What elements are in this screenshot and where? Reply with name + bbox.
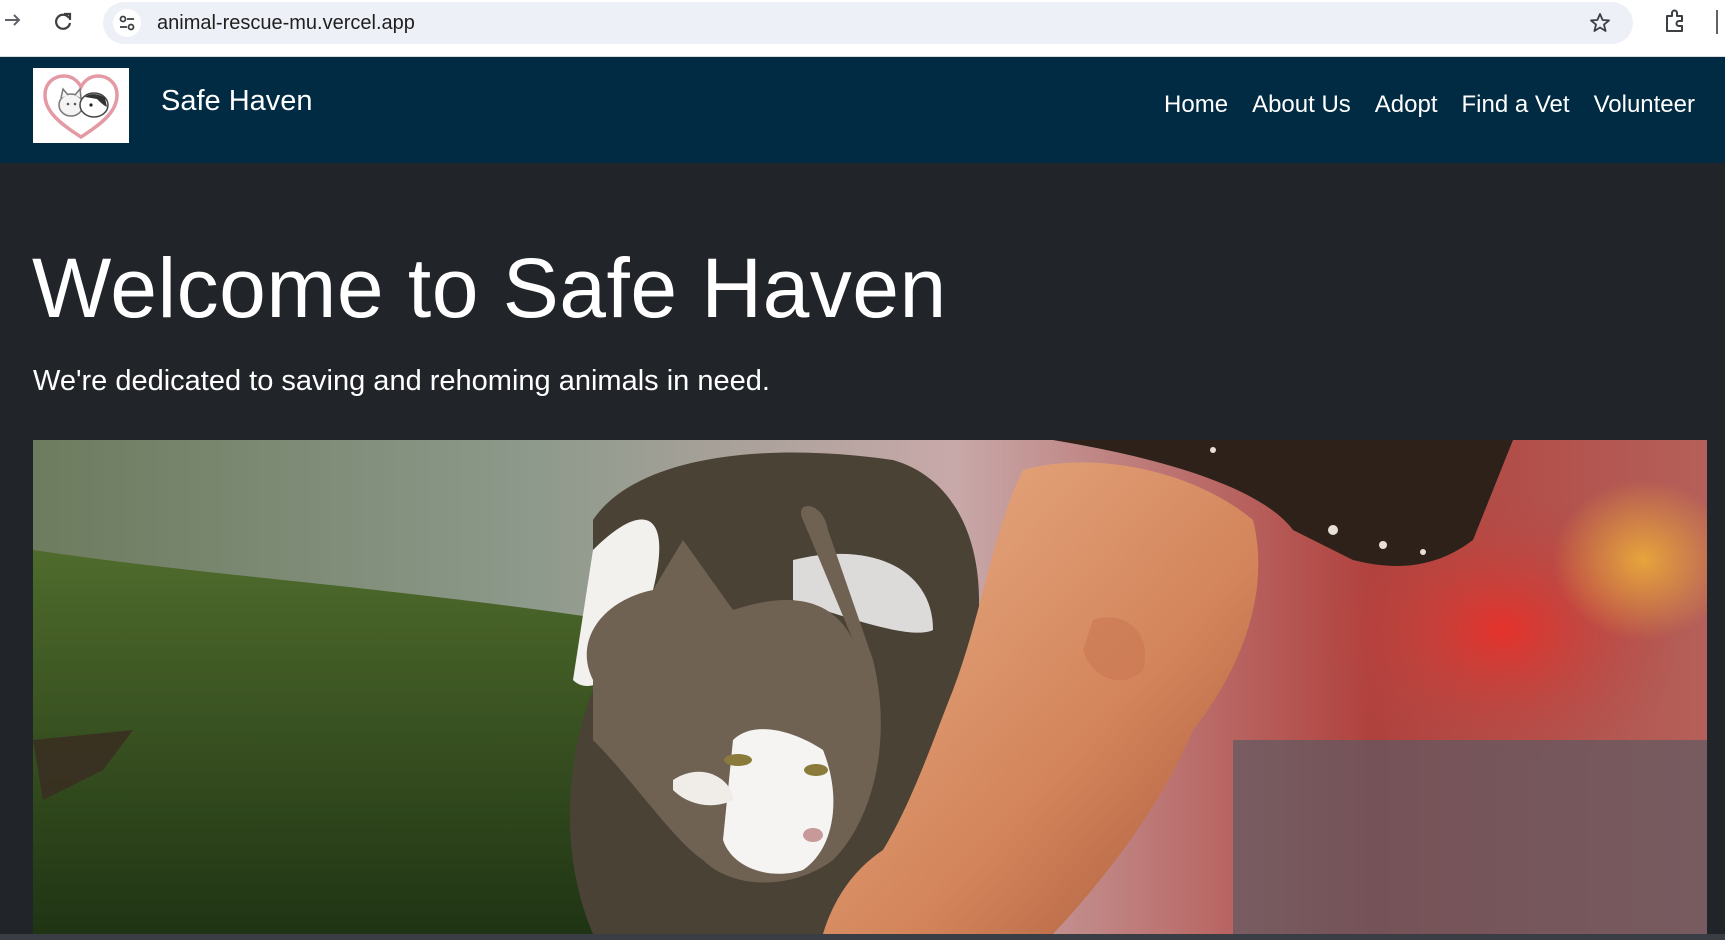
nav-link-home[interactable]: Home bbox=[1164, 91, 1228, 119]
reload-icon[interactable] bbox=[48, 7, 78, 37]
extensions-icon[interactable] bbox=[1660, 6, 1690, 36]
hero-subtitle: We're dedicated to saving and rehoming a… bbox=[33, 365, 770, 397]
nav-link-about-us[interactable]: About Us bbox=[1252, 91, 1351, 119]
site-info-icon[interactable] bbox=[113, 9, 141, 37]
address-bar[interactable]: animal-rescue-mu.vercel.app bbox=[103, 2, 1633, 44]
hero-title: Welcome to Safe Haven bbox=[32, 241, 947, 335]
page-bottom-edge bbox=[0, 934, 1725, 940]
toolbar-edge bbox=[1716, 10, 1718, 34]
site-navbar: Safe Haven Home About Us Adopt Find a Ve… bbox=[0, 57, 1725, 163]
hero-image-cat-and-hand bbox=[33, 440, 1707, 934]
nav-link-volunteer[interactable]: Volunteer bbox=[1594, 91, 1695, 119]
nav-links: Home About Us Adopt Find a Vet Volunteer bbox=[1164, 91, 1695, 119]
bookmark-star-icon[interactable] bbox=[1587, 10, 1613, 36]
url-text[interactable]: animal-rescue-mu.vercel.app bbox=[157, 12, 415, 35]
heart-cat-dog-logo-icon[interactable] bbox=[33, 68, 129, 143]
nav-link-adopt[interactable]: Adopt bbox=[1375, 91, 1438, 119]
nav-link-find-a-vet[interactable]: Find a Vet bbox=[1462, 91, 1570, 119]
forward-arrow-icon[interactable] bbox=[0, 7, 26, 33]
browser-toolbar: animal-rescue-mu.vercel.app bbox=[0, 0, 1725, 57]
brand-name[interactable]: Safe Haven bbox=[161, 85, 313, 118]
